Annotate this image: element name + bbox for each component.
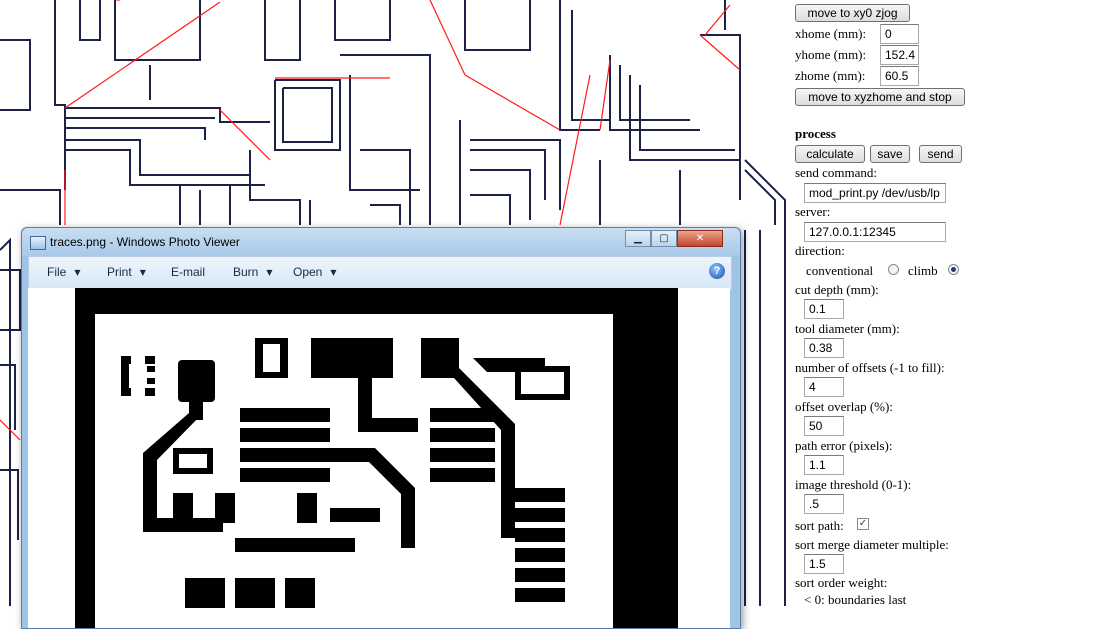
xhome-input[interactable]: 0 xyxy=(880,24,919,44)
threshold-input[interactable]: .5 xyxy=(804,494,844,514)
direction-label: direction: xyxy=(795,243,845,258)
send-command-input[interactable]: mod_print.py /dev/usb/lp xyxy=(804,183,946,203)
menu-print[interactable]: Print ▼ xyxy=(107,265,146,279)
menu-file-label: File xyxy=(47,265,67,279)
server-label: server: xyxy=(795,204,831,219)
offsets-label: number of offsets (-1 to fill): xyxy=(795,360,945,375)
zhome-input[interactable]: 60.5 xyxy=(880,66,919,86)
chevron-down-icon: ▼ xyxy=(74,268,81,277)
tool-diameter-input[interactable]: 0.38 xyxy=(804,338,844,358)
menu-burn[interactable]: Burn ▼ xyxy=(233,265,273,279)
minimize-button[interactable]: ▁ xyxy=(625,230,651,247)
control-panel: move to xy0 zjog xhome (mm): 0 yhome (mm… xyxy=(790,0,1113,607)
overlap-input[interactable]: 50 xyxy=(804,416,844,436)
zhome-label: zhome (mm): xyxy=(795,68,866,83)
viewer-menubar: File ▼ Print ▼ E-mail Burn ▼ Open ▼ ? xyxy=(28,256,732,290)
order-weight-note: < 0: boundaries last xyxy=(804,592,907,607)
server-input[interactable]: 127.0.0.1:12345 xyxy=(804,222,946,242)
merge-label: sort merge diameter multiple: xyxy=(795,537,949,552)
path-error-label: path error (pixels): xyxy=(795,438,893,453)
photo-viewer-window[interactable]: traces.png - Windows Photo Viewer ▁ ▢ ✕ … xyxy=(21,227,741,629)
viewer-window-title: traces.png - Windows Photo Viewer xyxy=(50,235,240,249)
menu-file[interactable]: File ▼ xyxy=(47,265,81,279)
overlap-label: offset overlap (%): xyxy=(795,399,893,414)
chevron-down-icon: ▼ xyxy=(139,268,146,277)
menu-email-label: E-mail xyxy=(171,265,206,279)
menu-open[interactable]: Open ▼ xyxy=(293,265,337,279)
maximize-button[interactable]: ▢ xyxy=(651,230,677,247)
threshold-label: image threshold (0-1): xyxy=(795,477,912,492)
sort-path-checkbox[interactable]: ✓ xyxy=(857,518,869,530)
traces-image xyxy=(75,288,678,628)
direction-option-conventional-label: conventional xyxy=(806,263,874,278)
xhome-label: xhome (mm): xyxy=(795,26,867,41)
menu-print-label: Print xyxy=(107,265,132,279)
chevron-down-icon: ▼ xyxy=(330,268,337,277)
process-heading: process xyxy=(795,126,836,141)
close-button[interactable]: ✕ xyxy=(677,230,723,247)
photo-viewer-app-icon xyxy=(30,236,46,250)
help-icon[interactable]: ? xyxy=(709,263,725,279)
menu-open-label: Open xyxy=(293,265,323,279)
move-to-home-button[interactable]: move to xyzhome and stop xyxy=(795,88,965,106)
calculate-button[interactable]: calculate xyxy=(795,145,865,163)
viewer-titlebar[interactable]: traces.png - Windows Photo Viewer ▁ ▢ ✕ xyxy=(22,228,740,256)
merge-input[interactable]: 1.5 xyxy=(804,554,844,574)
chevron-down-icon: ▼ xyxy=(266,268,273,277)
move-to-xy0-button[interactable]: move to xy0 zjog xyxy=(795,4,910,22)
viewer-image-area xyxy=(28,288,730,628)
send-button[interactable]: send xyxy=(919,145,962,163)
send-command-label: send command: xyxy=(795,165,877,180)
yhome-label: yhome (mm): xyxy=(795,47,867,62)
direction-conventional-radio[interactable] xyxy=(888,264,899,275)
sort-path-label: sort path: xyxy=(795,518,844,533)
save-button[interactable]: save xyxy=(870,145,910,163)
yhome-input[interactable]: 152.4 xyxy=(880,45,919,65)
direction-climb-radio[interactable] xyxy=(948,264,959,275)
cut-depth-label: cut depth (mm): xyxy=(795,282,879,297)
offsets-input[interactable]: 4 xyxy=(804,377,844,397)
menu-burn-label: Burn xyxy=(233,265,259,279)
order-weight-label: sort order weight: xyxy=(795,575,888,590)
menu-email[interactable]: E-mail xyxy=(171,265,205,279)
direction-option-climb-label: climb xyxy=(908,263,938,278)
cut-depth-input[interactable]: 0.1 xyxy=(804,299,844,319)
tool-diameter-label: tool diameter (mm): xyxy=(795,321,900,336)
path-error-input[interactable]: 1.1 xyxy=(804,455,844,475)
